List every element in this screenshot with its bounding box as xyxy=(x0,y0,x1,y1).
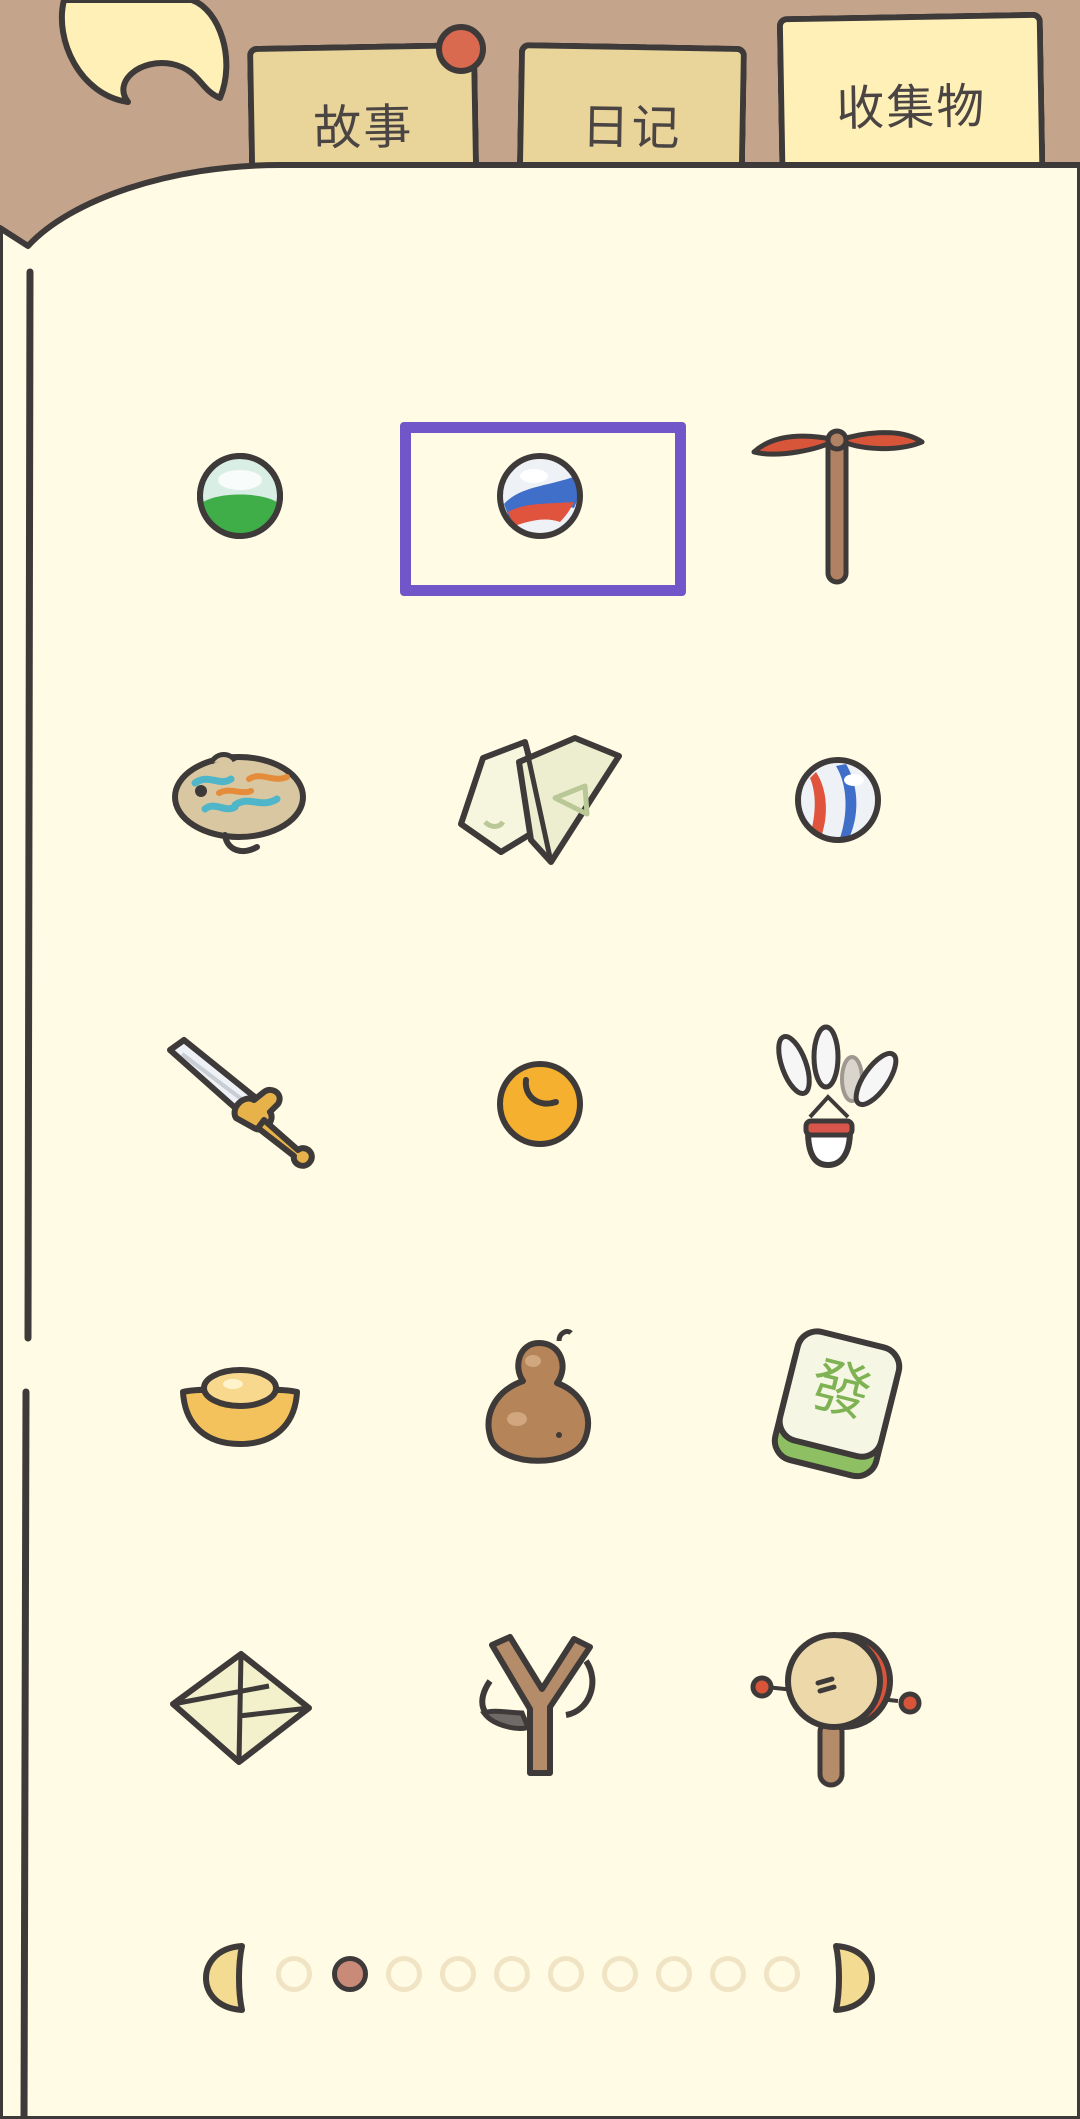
page-dot-7[interactable] xyxy=(602,1956,638,1992)
item-green-marble[interactable] xyxy=(130,386,350,606)
page-dot-9[interactable] xyxy=(710,1956,746,1992)
item-slingshot[interactable] xyxy=(430,1596,650,1816)
page-dot-8[interactable] xyxy=(656,1956,692,1992)
page-dot-5[interactable] xyxy=(494,1956,530,1992)
item-patterned-frog[interactable] xyxy=(130,690,350,910)
shuttlecock-icon xyxy=(776,1024,899,1169)
patterned-frog-icon xyxy=(172,752,306,854)
item-red-blue-marble[interactable] xyxy=(430,386,650,606)
page-dot-1[interactable] xyxy=(276,1956,312,1992)
item-rattle-drum[interactable] xyxy=(728,1596,948,1816)
page-dot-3[interactable] xyxy=(386,1956,422,1992)
item-shuttlecock[interactable] xyxy=(728,992,948,1212)
gold-ingot-icon xyxy=(180,1367,300,1447)
page-dot-6[interactable] xyxy=(548,1956,584,1992)
page-dot-2-active[interactable] xyxy=(332,1956,368,1992)
item-bamboo-dragonfly[interactable] xyxy=(728,386,948,606)
rattle-drum-icon xyxy=(750,1632,922,1788)
page-dot-4[interactable] xyxy=(440,1956,476,1992)
gourd-icon xyxy=(485,1328,592,1464)
red-blue-marble-icon xyxy=(497,453,583,539)
slingshot-icon xyxy=(479,1634,596,1776)
paper-fortune-teller-icon xyxy=(458,735,622,865)
prev-page-button[interactable] xyxy=(202,1942,246,2014)
tricolor-marble-icon xyxy=(795,757,881,843)
next-page-button[interactable] xyxy=(832,1942,876,2014)
item-mahjong-tile[interactable]: 發 xyxy=(728,1294,948,1514)
item-gold-ingot[interactable] xyxy=(130,1294,350,1514)
toy-sword-icon xyxy=(167,1037,315,1169)
orange-candy-icon xyxy=(497,1061,583,1147)
green-marble-icon xyxy=(197,453,283,539)
item-paper-ball[interactable] xyxy=(130,1596,350,1816)
item-orange-candy[interactable] xyxy=(430,992,650,1212)
item-paper-fortune-teller[interactable] xyxy=(430,690,650,910)
item-gourd[interactable] xyxy=(430,1294,650,1514)
mahjong-tile-icon: 發 xyxy=(771,1328,903,1480)
paper-ball-icon xyxy=(170,1651,312,1765)
bamboo-dragonfly-icon xyxy=(751,428,925,585)
item-tricolor-marble[interactable] xyxy=(728,690,948,910)
page-dot-10[interactable] xyxy=(764,1956,800,1992)
item-toy-sword[interactable] xyxy=(130,992,350,1212)
